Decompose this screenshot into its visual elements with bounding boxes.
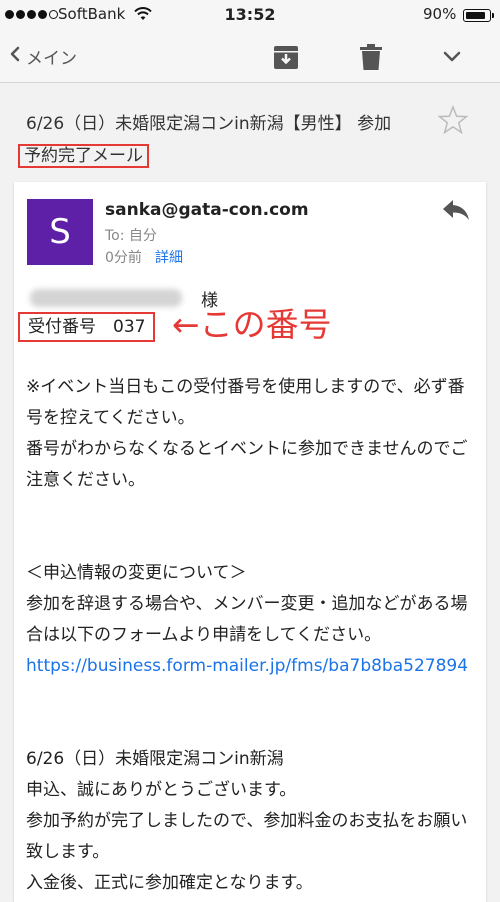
email-card: S sanka@gata-con.com To: 自分 0分前 詳細 様 受付番… (14, 182, 486, 902)
receipt-number: 受付番号 037 (18, 312, 156, 342)
email-body: ※イベント当日もこの受付番号を使用しますので、必ず番号を控えてください。 番号が… (26, 372, 474, 899)
avatar: S (27, 199, 93, 265)
body-paragraph: 参加予約が完了しましたので、参加料金のお支払をお願い致します。 (26, 811, 468, 862)
section-heading: ＜申込情報の変更について＞ (26, 563, 247, 583)
star-icon[interactable] (437, 104, 469, 139)
form-link[interactable]: https://business.form-mailer.jp/fms/ba7b… (26, 651, 474, 682)
blurred-recipient-name (30, 289, 182, 307)
recipient-label: To: 自分 (105, 228, 157, 244)
body-paragraph: 参加を辞退する場合や、メンバー変更・追加などがある場合は以下のフォームより申請を… (26, 594, 468, 645)
battery-tip (492, 13, 494, 18)
chevron-left-icon (10, 46, 20, 67)
body-paragraph: 番号がわからなくなるとイベントに参加できませんのでご注意ください。 (26, 439, 468, 490)
trash-icon[interactable] (359, 43, 383, 75)
body-paragraph: ※イベント当日もこの受付番号を使用しますので、必ず番号を控えてください。 (26, 377, 465, 428)
battery-fill (465, 11, 486, 19)
body-paragraph: 6/26（日）未婚限定潟コンin新潟 (26, 749, 284, 769)
sender-address[interactable]: sanka@gata-con.com (105, 200, 309, 220)
subject-highlight: 予約完了メール (18, 144, 149, 168)
chevron-down-icon[interactable] (443, 48, 461, 67)
details-link[interactable]: 詳細 (155, 247, 183, 267)
subject-text: 6/26（日）未婚限定潟コンin新潟【男性】 参加 (26, 114, 392, 134)
archive-icon[interactable] (272, 43, 300, 75)
email-subject: 6/26（日）未婚限定潟コンin新潟【男性】 参加 予約完了メール (18, 108, 426, 172)
battery-icon (463, 9, 491, 22)
body-paragraph: 入金後、正式に参加確定となります。 (26, 873, 313, 893)
back-label: メイン (26, 49, 77, 69)
status-bar: SoftBank 13:52 90% (0, 0, 500, 30)
back-button[interactable]: メイン (10, 44, 77, 69)
received-time: 0分前 (105, 250, 142, 266)
annotation-arrow-label: ←この番号 (172, 305, 332, 344)
battery-percentage: 90% (423, 5, 457, 23)
reply-icon[interactable] (442, 199, 470, 225)
body-paragraph: 申込、誠にありがとうございます。 (26, 780, 297, 800)
toolbar: メイン (0, 30, 500, 83)
